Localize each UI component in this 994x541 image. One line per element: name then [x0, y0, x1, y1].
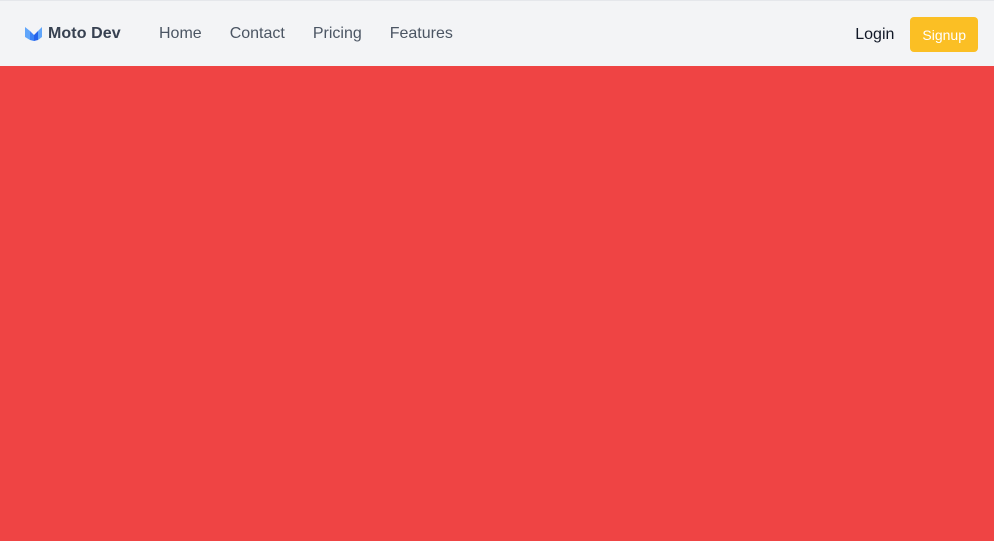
nav-link-features[interactable]: Features — [390, 25, 453, 43]
signup-button[interactable]: Signup — [910, 17, 978, 52]
nav-link-contact[interactable]: Contact — [230, 25, 285, 43]
nav-actions: Login Signup — [855, 17, 978, 52]
navbar: Moto Dev Home Contact Pricing Features L… — [0, 0, 994, 66]
brand-logo-link[interactable]: Moto Dev — [24, 21, 121, 47]
nav-link-home[interactable]: Home — [159, 25, 202, 43]
brand-name: Moto Dev — [48, 25, 121, 42]
hero-section — [0, 66, 994, 541]
page: Moto Dev Home Contact Pricing Features L… — [0, 0, 994, 541]
moto-logo-icon — [24, 25, 43, 43]
login-link[interactable]: Login — [855, 26, 894, 44]
nav-links: Home Contact Pricing Features — [159, 22, 481, 46]
nav-link-pricing[interactable]: Pricing — [313, 25, 362, 43]
